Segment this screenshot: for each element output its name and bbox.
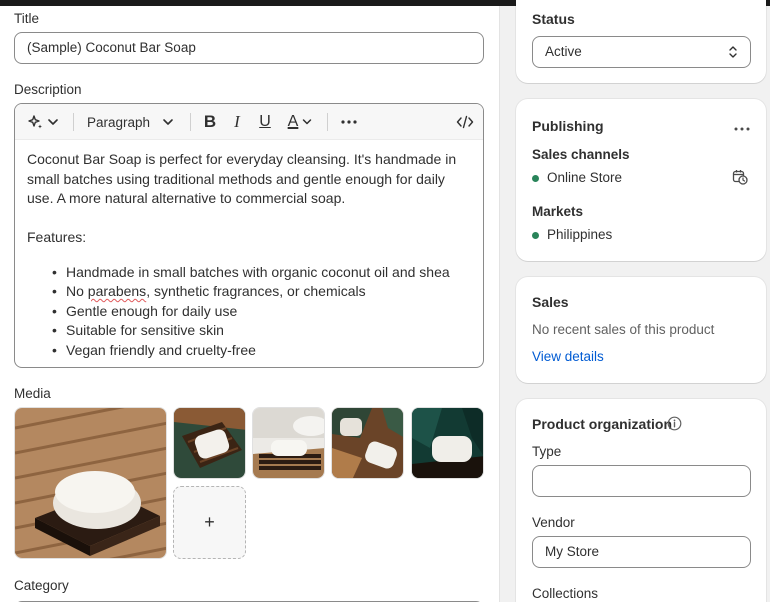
text-color-button[interactable]: A: [284, 104, 316, 140]
sales-empty-message: No recent sales of this product: [532, 322, 715, 337]
media-image-thumbnail[interactable]: [173, 407, 246, 479]
list-item: No parabens, synthetic fragrances, or ch…: [27, 282, 473, 302]
sales-title: Sales: [532, 294, 569, 310]
status-title: Status: [532, 11, 575, 27]
more-horizontal-icon: [341, 120, 357, 124]
misspelled-word: parabens: [87, 283, 147, 299]
vendor-input[interactable]: My Store: [532, 536, 751, 568]
select-chevrons-icon: [729, 46, 737, 58]
editor-toolbar: Paragraph B I U A: [15, 104, 483, 140]
type-label: Type: [532, 444, 562, 459]
toolbar-divider: [190, 113, 191, 131]
italic-button[interactable]: I: [229, 104, 245, 140]
ai-generate-button[interactable]: [25, 104, 61, 140]
sales-card: Sales No recent sales of this product Vi…: [516, 277, 766, 383]
soap-photo: [253, 408, 324, 478]
status-card: Status Active: [516, 0, 766, 83]
more-formatting-button[interactable]: [339, 104, 359, 140]
title-label: Title: [14, 11, 40, 26]
product-main-card: Title (Sample) Coconut Bar Soap Descript…: [0, 6, 500, 602]
info-button[interactable]: [667, 416, 682, 434]
features-heading: Features:: [27, 229, 87, 245]
media-image-thumbnail[interactable]: [252, 407, 325, 479]
chevron-down-icon: [303, 119, 312, 125]
description-label: Description: [14, 82, 82, 97]
list-item: Suitable for sensitive skin: [27, 321, 473, 341]
paragraph-style-dropdown[interactable]: Paragraph: [87, 104, 179, 140]
bold-button[interactable]: B: [201, 104, 219, 140]
list-item: Gentle enough for daily use: [27, 302, 473, 322]
sparkle-icon: [28, 115, 58, 129]
publishing-card: Publishing Sales channels Online Store M…: [516, 99, 766, 261]
publishing-more-button[interactable]: [734, 119, 750, 134]
code-icon: [456, 115, 474, 129]
category-label: Category: [14, 578, 69, 593]
toolbar-divider: [327, 113, 328, 131]
status-dot: [532, 232, 539, 239]
status-select[interactable]: Active: [532, 36, 751, 68]
media-image-thumbnail[interactable]: [331, 407, 404, 479]
product-organization-title: Product organization: [532, 416, 672, 432]
soap-photo: [15, 408, 166, 558]
soap-photo: [412, 408, 483, 478]
chevron-down-icon: [163, 119, 173, 125]
schedule-publish-button[interactable]: [732, 169, 748, 188]
market-philippines: Philippines: [547, 227, 613, 242]
status-selected-value: Active: [545, 44, 582, 59]
product-organization-card: Product organization Type Vendor My Stor…: [516, 399, 766, 602]
status-dot: [532, 175, 539, 182]
soap-photo: [174, 408, 245, 478]
show-html-button[interactable]: [455, 104, 475, 140]
more-horizontal-icon: [734, 127, 750, 131]
media-image-main[interactable]: [14, 407, 167, 559]
editor-content[interactable]: Coconut Bar Soap is perfect for everyday…: [27, 150, 473, 360]
view-details-link[interactable]: View details: [532, 349, 604, 364]
description-editor[interactable]: Paragraph B I U A Coconut Bar Soap is pe…: [14, 103, 484, 368]
collections-label: Collections: [532, 586, 599, 601]
sales-channels-label: Sales channels: [532, 147, 630, 162]
title-input[interactable]: (Sample) Coconut Bar Soap: [14, 32, 484, 64]
description-paragraph: Coconut Bar Soap is perfect for everyday…: [27, 151, 457, 206]
toolbar-divider: [73, 113, 74, 131]
soap-photo: [332, 408, 403, 478]
calendar-clock-icon: [732, 170, 748, 185]
list-item: Handmade in small batches with organic c…: [27, 263, 473, 283]
type-input[interactable]: [532, 465, 751, 497]
vendor-label: Vendor: [532, 515, 575, 530]
underline-button[interactable]: U: [257, 104, 273, 140]
features-list: Handmade in small batches with organic c…: [27, 263, 473, 361]
sales-channel-online-store: Online Store: [547, 170, 623, 185]
info-icon: [667, 416, 682, 431]
media-label: Media: [14, 386, 51, 401]
add-media-button[interactable]: +: [173, 486, 246, 559]
media-image-thumbnail[interactable]: [411, 407, 484, 479]
paragraph-style-label: Paragraph: [87, 114, 151, 130]
publishing-title: Publishing: [532, 118, 604, 134]
markets-label: Markets: [532, 204, 584, 219]
list-item: Vegan friendly and cruelty-free: [27, 341, 473, 361]
text-color-label: A: [287, 113, 299, 130]
